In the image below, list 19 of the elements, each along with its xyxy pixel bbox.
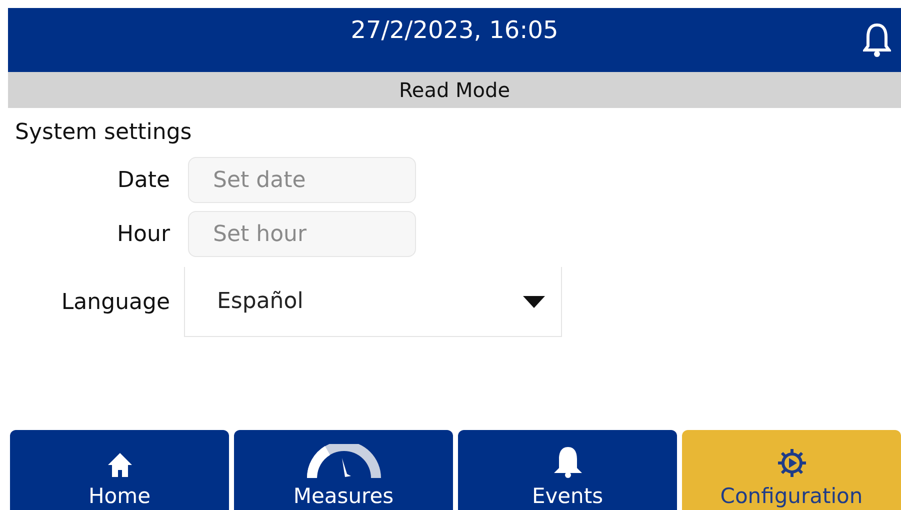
nav-tab[interactable]: Configuration bbox=[682, 430, 901, 510]
home-icon bbox=[106, 452, 132, 478]
input-field[interactable]: Set date bbox=[188, 157, 416, 203]
bell-icon bbox=[552, 446, 582, 478]
language-dropdown[interactable]: Español bbox=[184, 267, 562, 337]
gauge-icon bbox=[304, 444, 382, 478]
input-field[interactable]: Set hour bbox=[188, 211, 416, 257]
section-title: System settings bbox=[15, 119, 193, 147]
mode-label: Read Mode bbox=[398, 77, 510, 104]
field-label: Hour bbox=[116, 220, 171, 248]
nav-tab[interactable]: Measures bbox=[234, 430, 453, 510]
field-label: Date bbox=[116, 166, 171, 194]
nav-tab[interactable]: Home bbox=[10, 430, 229, 510]
field-label: Language bbox=[60, 288, 171, 316]
nav-tab[interactable]: Events bbox=[458, 430, 677, 510]
caret-icon bbox=[523, 296, 545, 308]
bell-icon[interactable] bbox=[863, 22, 891, 58]
date-time: 27/2/2023, 16:05 bbox=[350, 15, 558, 46]
gear-icon bbox=[776, 448, 806, 478]
